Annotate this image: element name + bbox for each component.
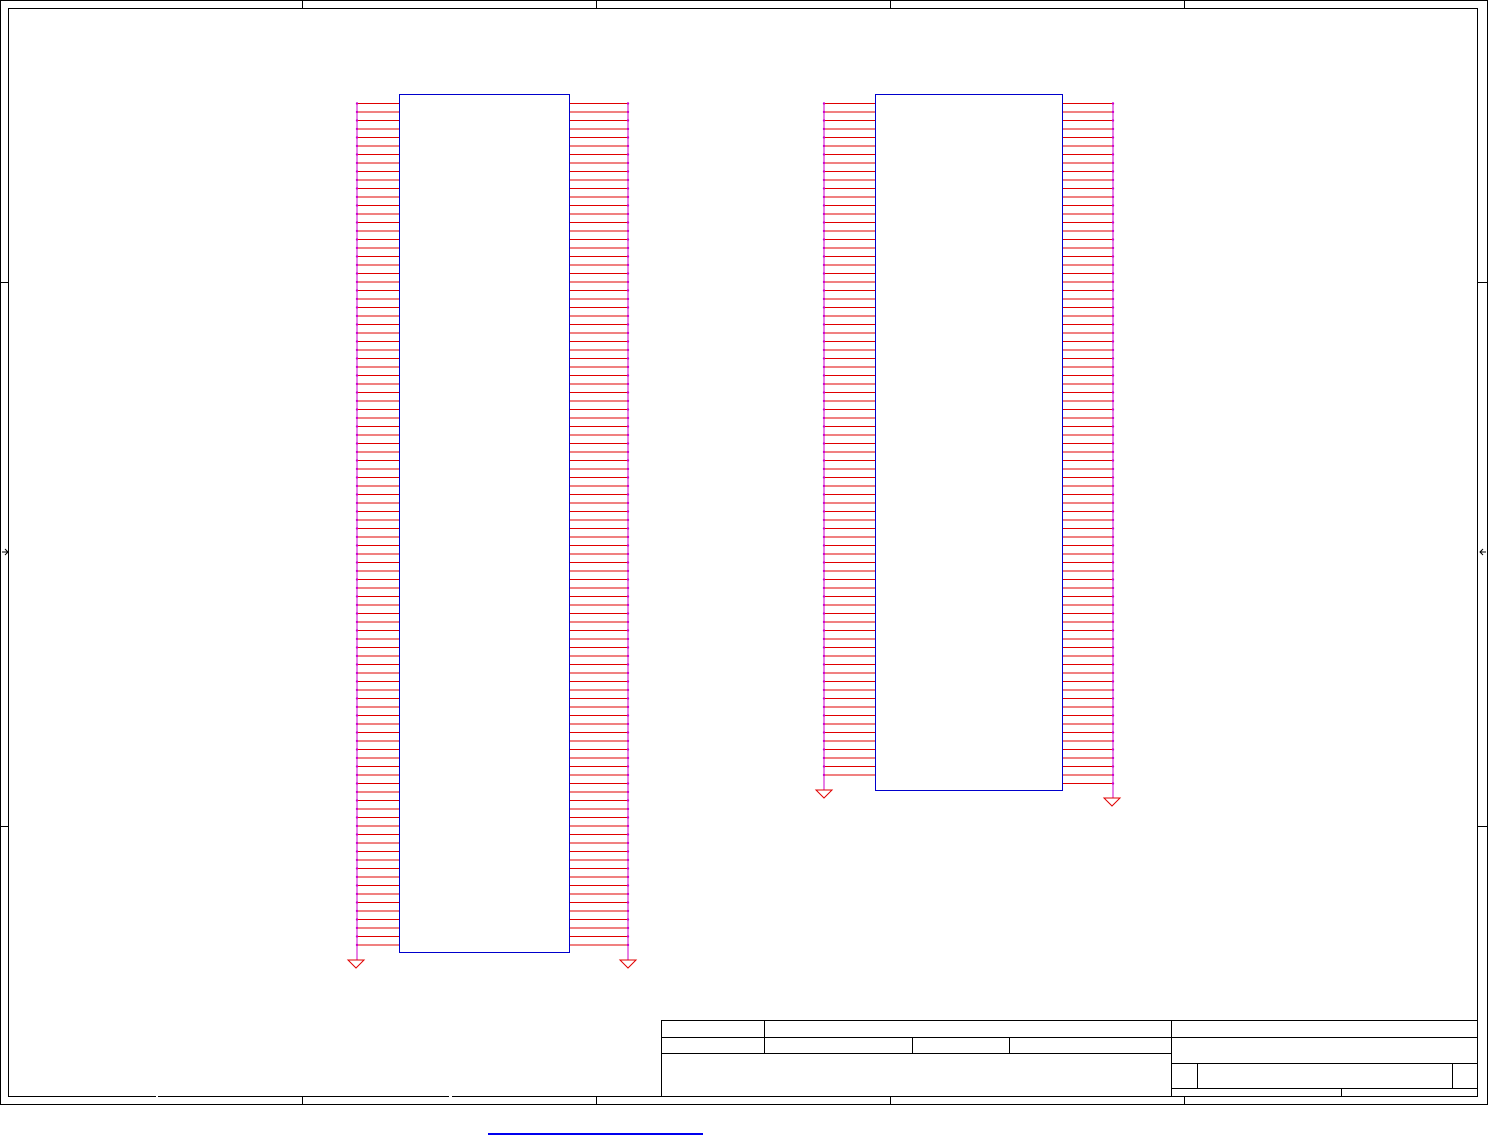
ground-symbol: [814, 789, 834, 799]
connector-right: [814, 94, 1122, 807]
schematic-canvas: [0, 0, 1488, 1105]
sheet-inner-border: [8, 8, 1478, 1097]
title-block-frame: [661, 1020, 1478, 1097]
connector-body: [875, 94, 1063, 791]
sheet-outer-border: [0, 0, 1488, 1105]
ground-symbol: [618, 959, 638, 969]
ground-symbol: [346, 959, 366, 969]
connector-left: [346, 94, 638, 969]
zone-ticks: [0, 0, 1488, 1104]
title-block: [661, 1020, 1478, 1097]
schematic-sheet: [0, 0, 1488, 1135]
center-marker-left: [2, 548, 9, 556]
center-marker-right: [1479, 548, 1486, 556]
connector-body: [399, 94, 570, 953]
components-layer: [346, 94, 1122, 969]
ground-symbol: [1102, 797, 1122, 807]
